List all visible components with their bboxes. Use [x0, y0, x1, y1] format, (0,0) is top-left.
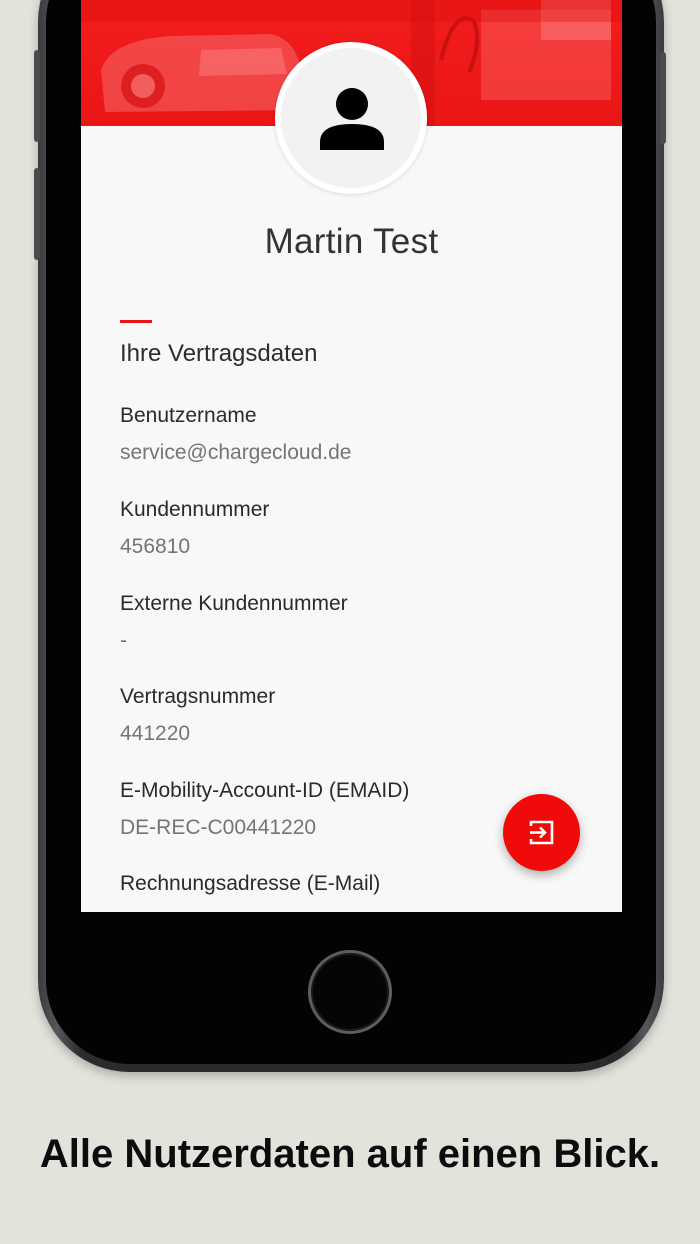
- section-title: Ihre Vertragsdaten: [120, 340, 318, 367]
- field-label: Externe Kundennummer: [120, 592, 348, 615]
- user-name: Martin Test: [264, 222, 439, 261]
- field-username: Benutzername service@chargecloud.de: [120, 403, 580, 466]
- field-contract-number: Vertragsnummer 441220: [120, 684, 580, 747]
- home-button[interactable]: [308, 950, 392, 1034]
- avatar[interactable]: [275, 42, 427, 194]
- field-label: Rechnungsadresse (E-Mail): [120, 872, 381, 895]
- field-customer-number: Kundennummer 456810: [120, 497, 580, 560]
- field-label: E-Mobility-Account-ID (EMAID): [120, 779, 410, 802]
- field-external-customer-number: Externe Kundennummer -: [120, 591, 580, 654]
- person-icon: [320, 88, 384, 150]
- volume-down-button: [34, 168, 40, 260]
- field-label: Vertragsnummer: [120, 685, 276, 708]
- section-accent-line: [120, 320, 152, 323]
- field-value: 456810: [120, 535, 191, 558]
- logout-button[interactable]: [503, 794, 580, 871]
- field-value: service@chargecloud.de: [120, 441, 352, 464]
- logout-icon: [529, 820, 554, 845]
- field-value: -: [120, 629, 127, 652]
- app-screen: Martin Test Ihre Vertragsdaten Benutzern…: [81, 0, 622, 912]
- field-billing-email: Rechnungsadresse (E-Mail): [120, 871, 580, 908]
- field-label: Benutzername: [120, 404, 257, 427]
- field-label: Kundennummer: [120, 498, 270, 521]
- volume-up-button: [34, 50, 40, 142]
- promo-caption: Alle Nutzerdaten auf einen Blick.: [39, 1132, 661, 1176]
- field-value: 441220: [120, 722, 191, 745]
- power-button: [660, 52, 666, 144]
